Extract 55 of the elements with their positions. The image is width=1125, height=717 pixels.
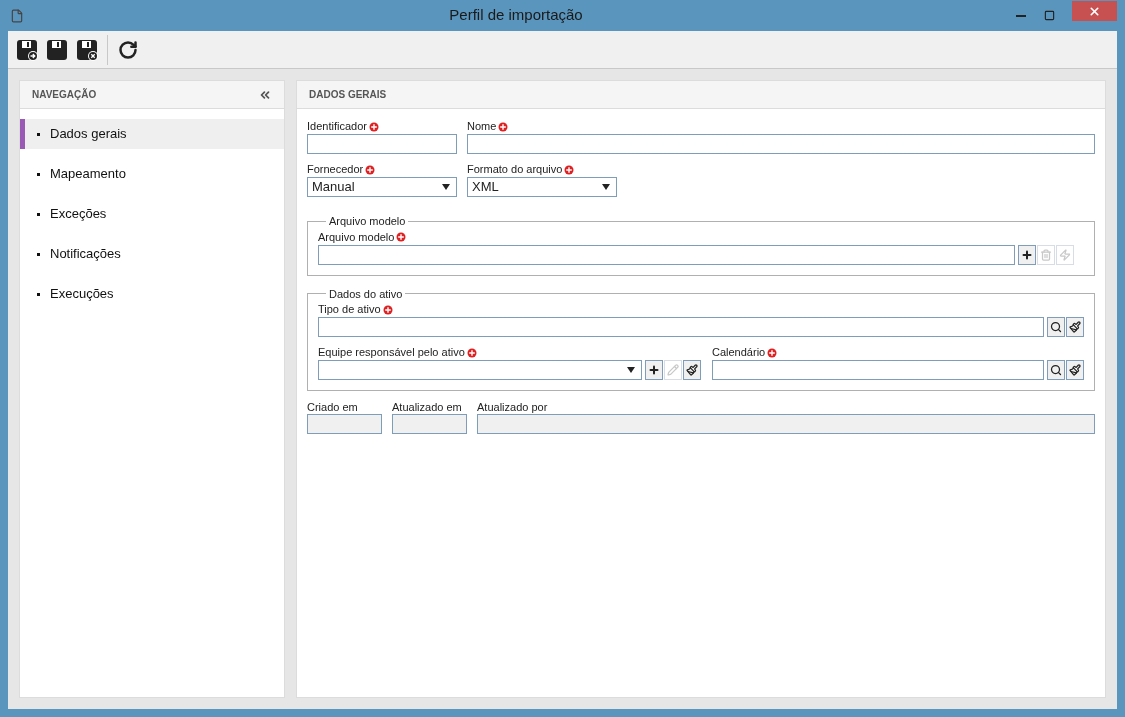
group-legend: Arquivo modelo xyxy=(326,213,409,230)
close-button[interactable] xyxy=(1072,1,1117,21)
field-label: Atualizado em xyxy=(392,400,463,414)
clear-button[interactable] xyxy=(1066,360,1084,380)
search-button[interactable] xyxy=(1047,317,1065,337)
maximize-icon xyxy=(1043,10,1055,21)
field-label: Arquivo modelo xyxy=(318,229,395,245)
clear-button[interactable] xyxy=(683,360,701,380)
add-button[interactable] xyxy=(645,360,663,380)
nav-item[interactable]: Exceções xyxy=(20,199,284,229)
refresh-icon xyxy=(118,39,138,60)
text-field[interactable] xyxy=(307,134,457,154)
run-icon xyxy=(1059,248,1071,261)
document-icon xyxy=(10,8,24,23)
clear-icon xyxy=(686,364,698,376)
minimize-icon xyxy=(1016,14,1026,17)
panel-title: NAVEGAÇÃO xyxy=(32,87,97,102)
clear-button[interactable] xyxy=(1066,317,1084,337)
dropdown-field[interactable]: XML xyxy=(467,177,617,197)
text-field[interactable] xyxy=(318,244,1015,265)
delete-icon xyxy=(1040,248,1052,261)
caret-icon xyxy=(602,184,610,190)
dropdown-field[interactable] xyxy=(318,360,642,380)
search-icon xyxy=(1050,364,1062,376)
field-label: Identificador xyxy=(307,119,367,135)
field-label: Calendário xyxy=(712,345,766,361)
nav-item[interactable]: Mapeamento xyxy=(20,159,284,189)
group-legend: Dados do ativo xyxy=(326,285,406,302)
dropdown-field[interactable]: Manual xyxy=(307,177,457,197)
field-label: Fornecedor xyxy=(307,162,364,178)
text-field[interactable] xyxy=(712,360,1044,380)
search-button[interactable] xyxy=(1047,360,1065,380)
field-label: Criado em xyxy=(307,400,359,414)
nav-item[interactable]: Execuções xyxy=(20,279,284,309)
add-icon xyxy=(1021,248,1033,261)
caret-icon xyxy=(627,367,635,373)
field-label: Tipo de ativo xyxy=(318,302,381,318)
add-icon xyxy=(648,364,660,376)
field-label: Atualizado por xyxy=(477,400,549,414)
text-field[interactable] xyxy=(467,134,1095,154)
nav-item[interactable]: Dados gerais xyxy=(20,119,284,149)
field-label: Nome xyxy=(467,119,497,135)
panel-title: DADOS GERAIS xyxy=(309,88,387,102)
add-button[interactable] xyxy=(1018,244,1036,265)
clear-icon xyxy=(1069,321,1081,333)
caret-icon xyxy=(442,184,450,190)
field-label: Formato do arquivo xyxy=(467,162,563,178)
field-label: Equipe responsável pelo ativo xyxy=(318,345,465,361)
window-title: Perfil de importação xyxy=(449,5,583,26)
edit-icon xyxy=(667,364,679,376)
nav-item[interactable]: Notificações xyxy=(20,239,284,269)
clear-icon xyxy=(1069,364,1081,376)
search-icon xyxy=(1050,321,1062,333)
text-field[interactable] xyxy=(318,317,1044,337)
close-icon xyxy=(1088,4,1101,18)
